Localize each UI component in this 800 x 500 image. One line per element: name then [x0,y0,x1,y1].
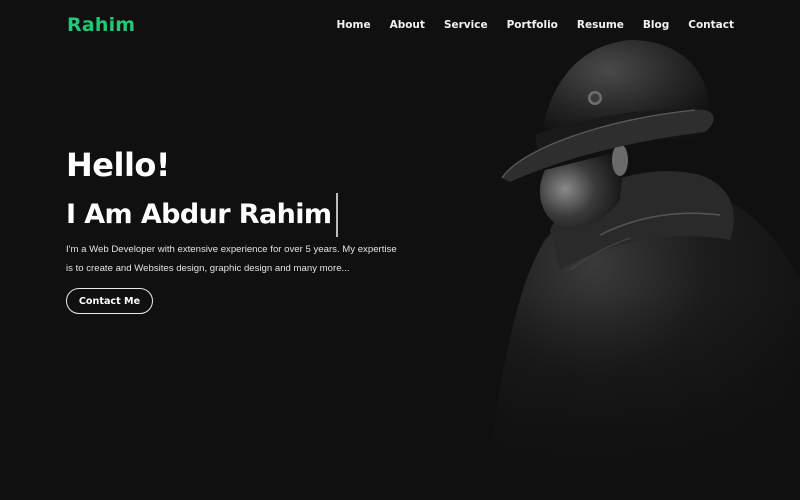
nav-portfolio[interactable]: Portfolio [507,19,558,31]
nav-service[interactable]: Service [444,19,488,31]
nav-resume[interactable]: Resume [577,19,624,31]
hero-description: I'm a Web Developer with extensive exper… [66,244,397,274]
contact-me-button[interactable]: Contact Me [66,288,153,314]
nav-home[interactable]: Home [337,19,371,31]
typing-cursor [336,193,338,237]
hero-name-text: I Am Abdur Rahim [66,199,332,230]
site-logo[interactable]: Rahim [67,14,135,36]
hero-portrait-image [440,40,800,500]
nav-blog[interactable]: Blog [643,19,669,31]
hero-name-heading: I Am Abdur Rahim [66,193,338,237]
hero-greeting: Hello! [66,146,171,184]
main-nav: Home About Service Portfolio Resume Blog… [318,19,735,31]
nav-contact[interactable]: Contact [688,19,734,31]
nav-about[interactable]: About [390,19,425,31]
